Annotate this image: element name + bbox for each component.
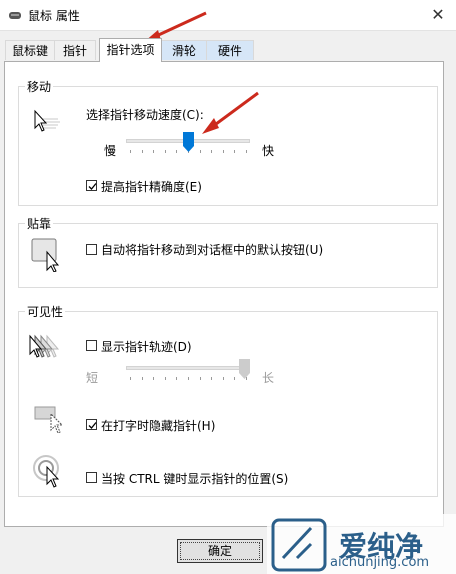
show-location-icon [33,455,60,488]
visibility-group: 可见性 显示指针轨迹(D) 短 长 在打字时隐藏指针(H) 当按 CTRL 键时… [18,303,438,497]
hide-while-typing-icon [34,406,64,434]
snap-group-title: 贴靠 [25,215,54,232]
pointer-speed-icon [34,109,60,132]
show-location-label: 当按 CTRL 键时显示指针的位置(S) [101,472,289,486]
precision-label: 提高指针精确度(E) [101,180,202,194]
mouse-icon [9,12,21,19]
slider-tick [211,150,213,153]
title-bar: 鼠标 属性 ✕ [0,0,456,31]
slider-tick [222,150,224,153]
precision-checkbox[interactable] [86,180,97,191]
watermark-url: aichunjing.com [330,555,430,570]
tab-strip: 鼠标键 指针 指针选项 滑轮 硬件 [0,38,456,62]
trails-slider-thumb[interactable] [239,359,250,379]
pointer-trails-checkbox[interactable] [86,340,97,351]
slider-tick [141,377,143,380]
motion-group: 移动 选择指针移动速度(C): 慢 快 提高指针精确度(E) [18,78,438,206]
hide-while-typing-label: 在打字时隐藏指针(H) [101,419,216,433]
speed-slider-thumb[interactable] [182,132,194,152]
pointer-trails-label: 显示指针轨迹(D) [101,340,192,354]
ok-button[interactable]: 确定 [177,539,263,563]
visibility-group-title: 可见性 [25,303,66,320]
slider-tick [234,150,236,153]
short-label: 短 [86,371,99,385]
close-button[interactable]: ✕ [428,5,448,25]
pointer-trails-icon [29,334,60,358]
tab-buttons[interactable]: 鼠标键 [5,40,55,60]
slider-tick [130,150,131,153]
long-label: 长 [262,371,275,385]
slider-tick [222,377,224,380]
trails-slider-track[interactable] [126,366,250,370]
slider-tick [199,377,201,380]
slider-tick [153,150,155,153]
checkmark-icon [88,183,97,190]
tab-wheel[interactable]: 滑轮 [161,40,207,60]
speed-label: 选择指针移动速度(C): [86,108,204,122]
slider-tick [246,150,247,153]
slider-tick [130,377,131,380]
slider-tick [141,150,143,153]
slider-tick [234,377,236,380]
tab-pointer-options[interactable]: 指针选项 [99,38,162,62]
show-location-checkbox[interactable] [86,472,97,483]
snap-label: 自动将指针移动到对话框中的默认按钮(U) [101,243,324,257]
slider-tick [199,150,201,153]
slider-tick [164,377,166,380]
snap-to-button-icon [31,238,60,272]
pointer-options-panel: 移动 选择指针移动速度(C): 慢 快 提高指针精确度(E) 贴靠 自动将指针移… [4,61,444,527]
fast-label: 快 [262,144,275,158]
tab-hardware[interactable]: 硬件 [206,40,254,60]
snap-group: 贴靠 自动将指针移动到对话框中的默认按钮(U) [18,215,438,288]
slider-tick [188,377,189,380]
motion-group-title: 移动 [25,78,54,95]
window-title: 鼠标 属性 [28,9,80,23]
slider-tick [153,377,155,380]
slider-tick [176,377,178,380]
slow-label: 慢 [104,144,117,158]
tab-pointers[interactable]: 指针 [54,40,96,60]
snap-checkbox[interactable] [86,244,97,255]
slider-tick [211,377,213,380]
slider-tick [164,150,166,153]
hide-while-typing-checkbox[interactable] [86,419,97,430]
checkmark-icon [88,422,97,429]
slider-tick [176,150,178,153]
